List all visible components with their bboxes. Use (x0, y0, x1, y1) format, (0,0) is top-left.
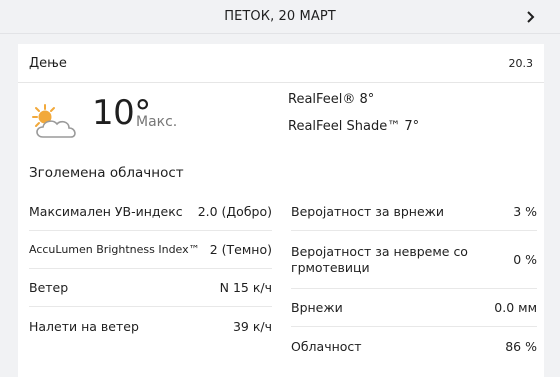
detail-label: Веројатност за невреме со грмотевици (291, 243, 468, 275)
detail-label: Облачност (291, 338, 362, 354)
detail-label: Ветер (29, 280, 69, 295)
detail-column-right: Веројатност за врнежи 3 % Веројатност за… (291, 193, 537, 365)
forecast-summary: 10° Макс. RealFeel® 8° RealFeel Shade™ 7… (18, 83, 544, 157)
detail-row-acculumen: AccuLumen Brightness Index™ 2 (Темно) (29, 231, 272, 269)
detail-label: AccuLumen Brightness Index™ (29, 243, 200, 256)
detail-row-cloud-cover: Облачност 86 % (291, 327, 537, 365)
weather-phrase: Зголемена облачност (29, 165, 184, 181)
card-header: Дење 20.3 (18, 44, 544, 83)
detail-value: 0.0 мм (494, 300, 537, 315)
day-date-title: ПЕТОК, 20 МАРТ (224, 9, 336, 24)
detail-label: Максимален УВ-индекс (29, 204, 183, 219)
temperature-label: Макс. (136, 114, 178, 130)
detail-row-wind-gusts: Налети на ветер 39 к/ч (29, 307, 272, 345)
day-navigation-bar: ПЕТОК, 20 МАРТ (0, 0, 560, 34)
detail-label: Налети на ветер (29, 318, 139, 334)
detail-value: 2 (Темно) (209, 242, 272, 257)
detail-value: N 15 к/ч (219, 280, 272, 295)
detail-row-precip-probability: Веројатност за врнежи 3 % (291, 193, 537, 231)
detail-value: 0 % (513, 251, 537, 267)
detail-value: 86 % (505, 338, 537, 354)
realfeel-value: RealFeel® 8° (288, 92, 375, 107)
detail-value: 3 % (513, 204, 537, 219)
detail-value: 2.0 (Добро) (197, 204, 272, 219)
day-forecast-card: Дење 20.3 10° Макс. RealFeel® 8° RealFee… (18, 44, 544, 377)
detail-row-thunderstorm-probability: Веројатност за невреме со грмотевици 0 % (291, 231, 537, 289)
detail-row-wind: Ветер N 15 к/ч (29, 269, 272, 307)
period-label: Дење (29, 55, 67, 71)
period-date: 20.3 (508, 56, 534, 70)
detail-label: Врнежи (291, 300, 343, 315)
detail-row-precipitation: Врнежи 0.0 мм (291, 289, 537, 327)
chevron-right-icon[interactable] (524, 8, 538, 26)
detail-label: Веројатност за врнежи (291, 204, 445, 219)
realfeel-shade-value: RealFeel Shade™ 7° (288, 119, 420, 134)
detail-value: 39 к/ч (232, 318, 272, 334)
partly-cloudy-sun-icon (29, 103, 81, 143)
detail-row-uv: Максимален УВ-индекс 2.0 (Добро) (29, 193, 272, 231)
detail-column-left: Максимален УВ-индекс 2.0 (Добро) AccuLum… (29, 193, 272, 345)
